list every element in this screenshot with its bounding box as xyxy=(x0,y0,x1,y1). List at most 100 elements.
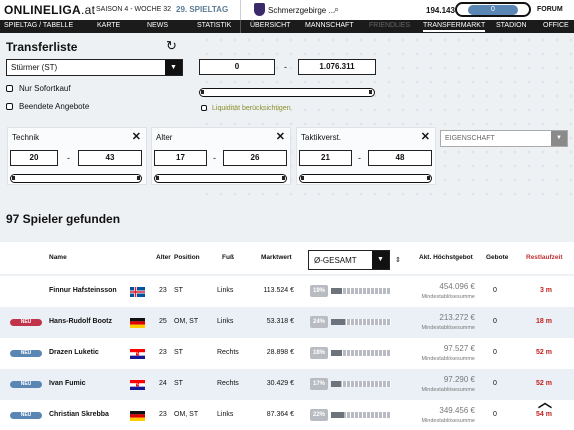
taktik-range-slider[interactable] xyxy=(299,174,432,183)
price-min-input[interactable]: 0 xyxy=(199,59,275,75)
price-max-input[interactable]: 1.076.311 xyxy=(298,59,376,75)
nav-stadion[interactable]: STADION xyxy=(496,22,527,29)
player-market-value: 113.524 € xyxy=(263,287,294,294)
close-icon[interactable]: ✕ xyxy=(421,130,430,143)
rating-fill xyxy=(331,288,342,294)
offer-count: 0 xyxy=(493,349,497,356)
club-search-icon[interactable]: ⌕ xyxy=(334,4,339,15)
player-position: ST xyxy=(174,380,183,387)
column-header-foot[interactable]: Fuß xyxy=(222,254,234,261)
scroll-to-top-icon[interactable]: ︿ xyxy=(538,392,552,412)
player-name[interactable]: Drazen Luketic xyxy=(49,349,99,356)
nav-divider xyxy=(240,20,241,33)
player-age: 23 xyxy=(159,287,167,294)
column-header-offers[interactable]: Gebote xyxy=(486,254,508,261)
position-select-value: Stürmer (ST) xyxy=(11,63,58,72)
checkbox-icon[interactable] xyxy=(6,103,13,110)
close-icon[interactable]: ✕ xyxy=(276,130,285,143)
highest-bid-label: Mindestablösesumme xyxy=(421,387,476,393)
column-header-name[interactable]: Name xyxy=(49,254,67,261)
sort-toggle-icon[interactable]: ⇕ xyxy=(395,256,401,264)
property-select[interactable]: EIGENSCHAFT ▼ xyxy=(440,130,568,147)
rating-track xyxy=(331,288,391,294)
croatia-flag-icon xyxy=(130,349,145,359)
club-name[interactable]: Schmerzgebirge ... xyxy=(268,6,335,15)
nav-statistik[interactable]: STATISTIK xyxy=(197,22,231,29)
nav-spieltag-tabelle[interactable]: SPIELTAG / TABELLE xyxy=(4,22,73,29)
slider-handle-min[interactable] xyxy=(156,176,159,180)
player-name[interactable]: Ivan Fumic xyxy=(49,380,86,387)
range-dash: - xyxy=(213,153,216,163)
ended-offers-checkbox[interactable]: Beendete Angebote xyxy=(6,102,89,111)
column-header-age[interactable]: Alter xyxy=(156,254,171,261)
technik-range-slider[interactable] xyxy=(10,174,142,183)
matchday-link[interactable]: 29. SPIELTAG xyxy=(176,5,228,14)
player-market-value: 30.429 € xyxy=(266,380,294,387)
slider-handle-max[interactable] xyxy=(427,176,430,180)
sort-select[interactable]: Ø-GESAMT ▼ xyxy=(308,250,390,270)
taktik-max-input[interactable]: 48 xyxy=(368,150,432,166)
slider-handle-max[interactable] xyxy=(282,176,285,180)
player-name[interactable]: Finnur Hafsteinsson xyxy=(49,287,117,294)
alter-range-slider[interactable] xyxy=(154,174,287,183)
rating-percent: 18% xyxy=(310,347,328,359)
player-age: 23 xyxy=(159,349,167,356)
position-select[interactable]: Stürmer (ST) ▼ xyxy=(6,59,183,76)
technik-max-input[interactable]: 43 xyxy=(78,150,142,166)
column-header-market-value[interactable]: Marktwert xyxy=(261,254,292,261)
column-header-remaining[interactable]: Restlaufzeit xyxy=(526,254,562,261)
checkbox-icon[interactable] xyxy=(201,105,207,111)
taktik-min-input[interactable]: 21 xyxy=(299,150,352,166)
player-name[interactable]: Hans-Rudolf Bootz xyxy=(49,318,112,325)
player-name[interactable]: Christian Skrebba xyxy=(49,411,109,418)
price-range-dash: - xyxy=(284,62,287,72)
filter-label: Technik xyxy=(12,133,40,142)
player-age: 25 xyxy=(159,318,167,325)
filter-label: Alter xyxy=(156,133,173,142)
price-range-slider[interactable] xyxy=(199,88,375,97)
table-row[interactable]: NEU Ivan Fumic 24 ST Rechts 30.429 € 17% 97.290… xyxy=(0,369,574,400)
rating-track xyxy=(331,381,391,387)
close-icon[interactable]: ✕ xyxy=(132,130,141,143)
forum-link[interactable]: FORUM xyxy=(537,6,563,13)
table-row[interactable]: Finnur Hafsteinsson 23 ST Links 113.524 € 19%… xyxy=(0,276,574,307)
slider-handle-max[interactable] xyxy=(137,176,140,180)
slider-handle-min[interactable] xyxy=(301,176,304,180)
table-row[interactable]: NEU Hans-Rudolf Bootz 25 OM, ST Links 53.318 … xyxy=(0,307,574,338)
slider-handle-min[interactable] xyxy=(201,90,204,94)
club-crest-icon xyxy=(254,3,265,16)
rating-track xyxy=(331,319,391,325)
offer-count: 0 xyxy=(493,318,497,325)
alter-min-input[interactable]: 17 xyxy=(154,150,207,166)
liquidity-checkbox[interactable]: Liquidität berücksichtigen xyxy=(201,105,291,112)
player-position: ST xyxy=(174,287,183,294)
chevron-down-icon[interactable]: ▼ xyxy=(372,251,389,269)
player-market-value: 53.318 € xyxy=(266,318,294,325)
column-header-position[interactable]: Position xyxy=(174,254,200,261)
table-row[interactable]: NEU Drazen Luketic 23 ST Rechts 28.898 € 18% 97… xyxy=(0,338,574,369)
chevron-down-icon[interactable]: ▼ xyxy=(165,60,182,75)
slider-handle-max[interactable] xyxy=(369,90,372,94)
nav-news[interactable]: NEWS xyxy=(147,22,168,29)
nav-office[interactable]: OFFICE xyxy=(543,22,569,29)
messages-button[interactable]: 0 xyxy=(455,2,531,17)
only-instant-buy-checkbox[interactable]: Nur Sofortkauf xyxy=(6,84,71,93)
nav-karte[interactable]: KARTE xyxy=(97,22,120,29)
highest-bid-label: Mindestablösesumme xyxy=(421,418,476,424)
technik-min-input[interactable]: 20 xyxy=(10,150,58,166)
checkbox-icon[interactable] xyxy=(6,85,13,92)
slider-handle-min[interactable] xyxy=(12,176,15,180)
alter-max-input[interactable]: 26 xyxy=(223,150,287,166)
player-position: ST xyxy=(174,349,183,356)
refresh-icon[interactable]: ↻ xyxy=(166,38,177,54)
rating-bar: 17% xyxy=(310,378,393,390)
site-logo[interactable]: ONLINELIGA.at xyxy=(4,3,95,17)
nav-uebersicht[interactable]: ÜBERSICHT xyxy=(250,22,290,29)
rating-track xyxy=(331,412,391,418)
nav-transfermarkt[interactable]: TRANSFERMARKT xyxy=(423,22,486,32)
chevron-down-icon[interactable]: ▼ xyxy=(551,131,567,146)
main-navigation: SPIELTAG / TABELLE KARTE NEWS STATISTIK … xyxy=(0,20,574,33)
column-header-highest-bid[interactable]: Akt. Höchstgebot xyxy=(419,254,473,261)
nav-mannschaft[interactable]: MANNSCHAFT xyxy=(305,22,354,29)
table-row[interactable]: NEU Christian Skrebba 23 OM, ST Links 87.364 … xyxy=(0,400,574,430)
